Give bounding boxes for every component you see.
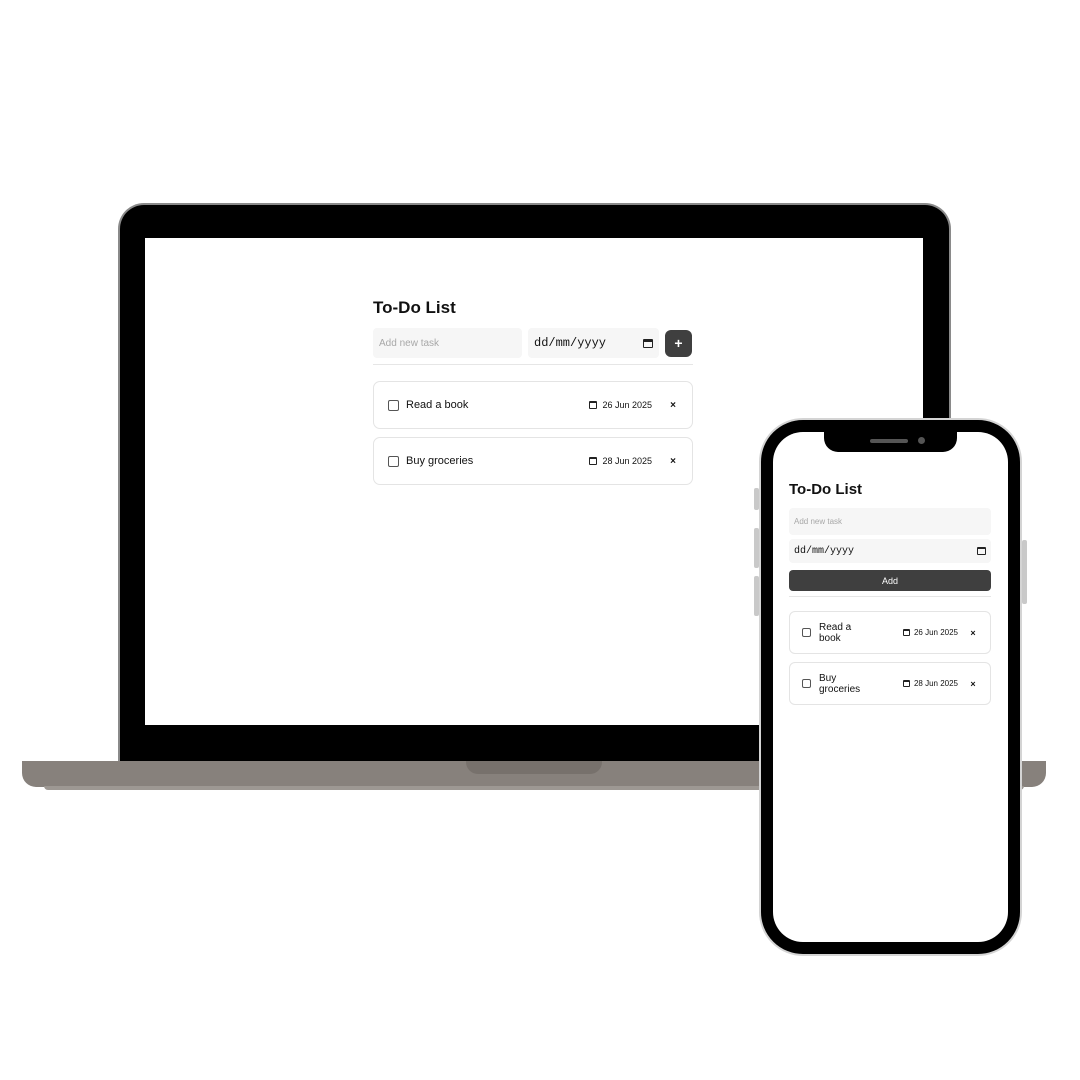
page-title: To-Do List [789,481,863,498]
due-date-text: 28 Jun 2025 [602,456,652,466]
delete-task-button[interactable]: × [968,628,978,638]
task-checkbox[interactable] [802,628,811,637]
delete-task-button[interactable]: × [968,679,978,689]
delete-task-button[interactable]: × [668,456,678,467]
task-checkbox[interactable] [388,455,399,467]
add-task-button[interactable]: Add [789,570,991,591]
due-date-input[interactable]: dd/mm/yyyy [789,539,991,563]
phone-screen: To-Do List dd/mm/yyyy Add Read a book 26… [773,432,1008,942]
mobile-todo-app: To-Do List dd/mm/yyyy Add Read a book 26… [789,480,991,713]
calendar-icon [902,680,910,687]
phone-power-button [1022,540,1027,604]
task-due-date: 26 Jun 2025 [589,400,652,410]
calendar-icon [589,457,598,465]
task-item: Read a book 26 Jun 2025 × [789,611,991,654]
date-placeholder: dd/mm/yyyy [534,336,607,350]
task-text: Read a book [819,621,852,644]
due-date-input[interactable]: dd/mm/yyyy [528,328,659,358]
task-list: Read a book 26 Jun 2025 × Buy groceries … [373,381,693,485]
calendar-icon[interactable] [977,547,986,555]
add-task-form: dd/mm/yyyy + [373,328,693,358]
divider [789,596,991,597]
task-text: Read a book [406,399,469,411]
due-date-text: 26 Jun 2025 [602,400,652,410]
laptop-trackpad-notch [466,761,602,774]
task-input[interactable] [789,508,991,535]
date-placeholder: dd/mm/yyyy [794,545,855,557]
phone-camera [918,437,925,444]
add-task-button[interactable]: + [665,329,692,357]
task-text: Buy groceries [406,455,474,467]
page-title: To-Do List [373,298,456,317]
divider [373,364,693,365]
task-input[interactable] [373,328,522,358]
calendar-icon [902,629,910,636]
task-text: Buy groceries [819,672,861,695]
task-item: Buy groceries 28 Jun 2025 × [789,662,991,705]
task-list: Read a book 26 Jun 2025 × Buy groceries … [789,611,991,705]
task-due-date: 26 Jun 2025 [902,628,958,637]
desktop-todo-app: To-Do List dd/mm/yyyy + Read a book 26 J… [373,296,693,493]
task-checkbox[interactable] [802,679,811,688]
calendar-icon [589,401,598,409]
task-item: Read a book 26 Jun 2025 × [373,381,693,429]
task-due-date: 28 Jun 2025 [902,679,958,688]
due-date-text: 26 Jun 2025 [913,628,958,637]
due-date-text: 28 Jun 2025 [913,679,958,688]
phone-speaker [870,439,908,443]
task-item: Buy groceries 28 Jun 2025 × [373,437,693,485]
task-due-date: 28 Jun 2025 [589,456,652,466]
calendar-icon[interactable] [643,338,653,348]
delete-task-button[interactable]: × [668,400,678,411]
task-checkbox[interactable] [388,399,399,411]
